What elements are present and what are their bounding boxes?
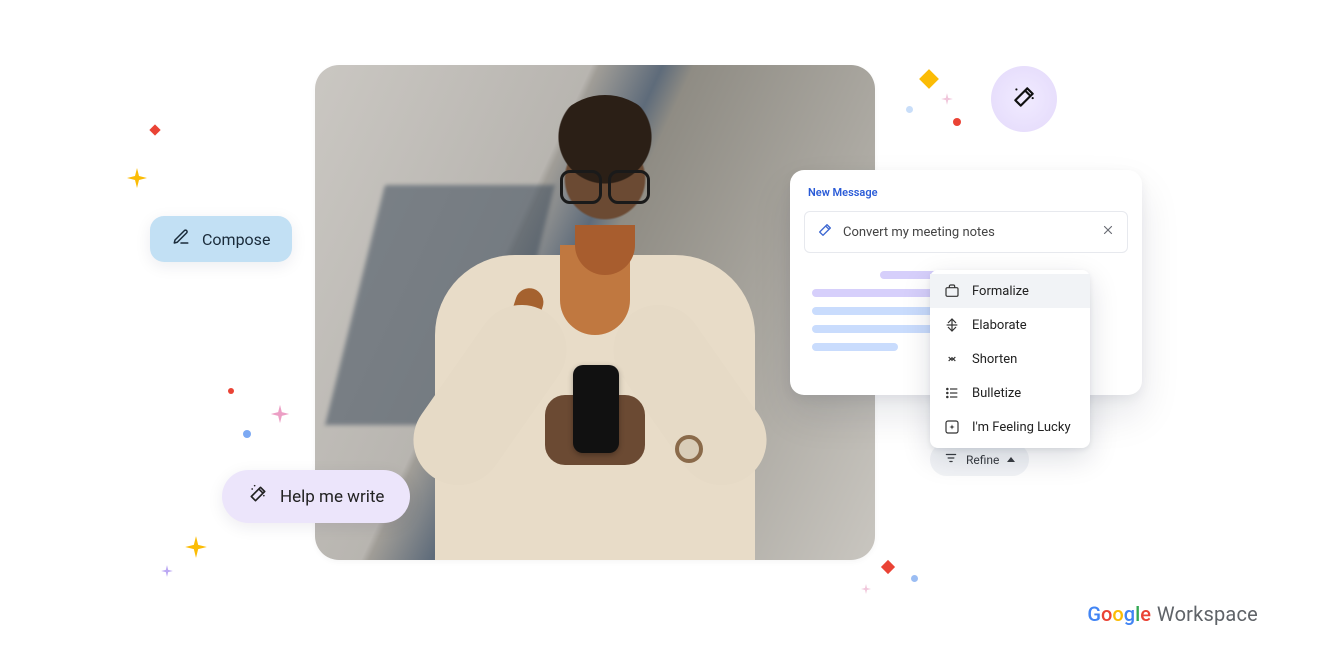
dot-icon [911,575,918,582]
help-me-write-label: Help me write [280,487,384,507]
compose-label: Compose [202,230,270,249]
refine-menu: Formalize Elaborate Shorten Bulletize I'… [930,270,1090,448]
menu-item-label: I'm Feeling Lucky [972,420,1071,435]
magic-wand-icon [248,484,268,509]
expand-icon [944,317,960,333]
prompt-text: Convert my meeting notes [843,225,995,240]
menu-item-shorten[interactable]: Shorten [930,342,1090,376]
panel-title: New Message [804,184,1128,211]
sparkle-icon [125,166,149,190]
magic-wand-badge [991,66,1057,132]
diamond-icon [147,122,164,139]
magic-wand-icon [1011,84,1037,114]
dot-icon [906,106,913,113]
menu-item-label: Shorten [972,352,1017,367]
filter-icon [944,451,958,468]
diamond-icon [915,65,943,93]
menu-item-label: Elaborate [972,318,1027,333]
sparkle-icon [160,564,174,578]
google-workspace-logo: Google Workspace [1087,602,1258,626]
dot-icon [243,430,251,438]
dot-icon [228,388,234,394]
menu-item-lucky[interactable]: I'm Feeling Lucky [930,410,1090,444]
menu-item-elaborate[interactable]: Elaborate [930,308,1090,342]
sparkle-icon [269,403,291,425]
sparkle-icon [860,583,872,595]
diamond-icon [878,557,898,577]
workspace-wordmark: Workspace [1157,602,1258,626]
sparkle-icon [940,92,954,106]
menu-item-label: Formalize [972,284,1029,299]
briefcase-icon [944,283,960,299]
chevron-up-icon [1007,457,1015,462]
magic-wand-icon [817,222,833,242]
close-icon[interactable] [1101,223,1115,241]
prompt-input[interactable]: Convert my meeting notes [804,211,1128,253]
pencil-icon [172,228,190,250]
list-icon [944,385,960,401]
dot-icon [953,118,961,126]
sparkle-icon [183,534,209,560]
person-illustration [405,85,785,560]
menu-item-label: Bulletize [972,386,1021,401]
compose-button[interactable]: Compose [150,216,292,262]
collapse-icon [944,351,960,367]
menu-item-bulletize[interactable]: Bulletize [930,376,1090,410]
help-me-write-button[interactable]: Help me write [222,470,410,523]
refine-label: Refine [966,453,999,467]
menu-item-formalize[interactable]: Formalize [930,274,1090,308]
google-wordmark: Google [1087,602,1151,626]
sparkle-square-icon [944,419,960,435]
